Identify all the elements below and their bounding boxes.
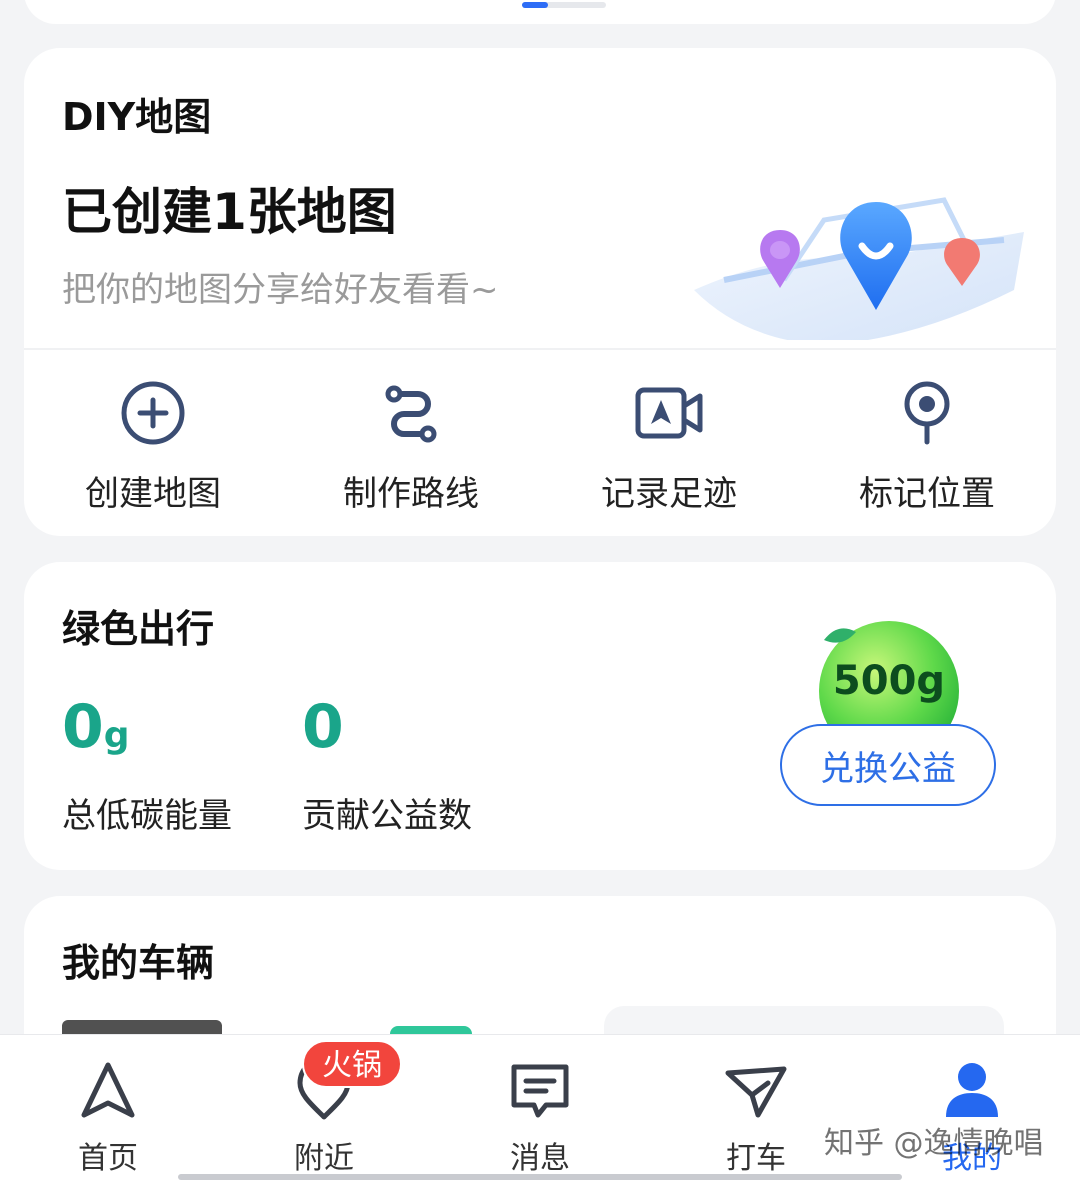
tab-messages[interactable]: 消息 [432,1035,648,1180]
donation-label: 贡献公益数 [302,796,472,836]
location-pin-icon [904,381,950,445]
record-footprint-label: 记录足迹 [601,474,737,514]
tab-messages-label: 消息 [510,1141,570,1176]
previous-card [24,0,1056,24]
energy-label: 总低碳能量 [62,796,232,836]
exchange-charity-button[interactable]: 兑换公益 [780,724,996,806]
diy-actions: 创建地图 制作路线 记录足迹 标记位置 [24,378,1056,515]
energy-ball-text: 500g [832,658,946,704]
tab-home-label: 首页 [78,1141,138,1176]
make-route-button[interactable]: 制作路线 [282,378,540,515]
tab-nearby-label: 附近 [294,1141,354,1176]
home-indicator [178,1174,902,1180]
make-route-label: 制作路线 [343,474,479,514]
divider [24,348,1056,350]
taxi-arrow-icon [725,1066,787,1118]
route-icon [385,385,437,443]
diy-title: DIY地图 [62,95,212,139]
green-title: 绿色出行 [62,607,215,651]
watermark: 知乎 @逸情晚唱 [824,1126,1044,1161]
pager-indicator [522,2,606,8]
nearby-badge: 火锅 [302,1040,402,1088]
donation-value: 0 [302,692,344,762]
tab-home[interactable]: 首页 [0,1035,216,1180]
person-icon [946,1063,998,1117]
energy-unit: g [103,715,130,756]
diy-map-card[interactable]: DIY地图 已创建1张地图 把你的地图分享给好友看看~ 创建地图 制作路线 记录… [24,48,1056,536]
plus-circle-icon [121,381,185,445]
mark-location-label: 标记位置 [859,474,995,514]
video-camera-icon [635,387,703,439]
mark-location-button[interactable]: 标记位置 [798,378,1056,515]
create-map-button[interactable]: 创建地图 [24,378,282,515]
diy-map-count: 已创建1张地图 [62,183,397,241]
message-icon [511,1064,569,1118]
vehicle-title: 我的车辆 [62,941,215,985]
diy-subtitle: 把你的地图分享给好友看看~ [62,270,499,310]
record-footprint-button[interactable]: 记录足迹 [540,378,798,515]
green-travel-card[interactable]: 绿色出行 0g 总低碳能量 0 贡献公益数 500g 兑换公益 [24,562,1056,870]
tab-taxi-label: 打车 [726,1141,786,1176]
navigation-arrow-icon [81,1062,135,1118]
map-illustration [694,197,1024,340]
energy-value: 0g [62,692,130,762]
create-map-label: 创建地图 [85,474,221,514]
